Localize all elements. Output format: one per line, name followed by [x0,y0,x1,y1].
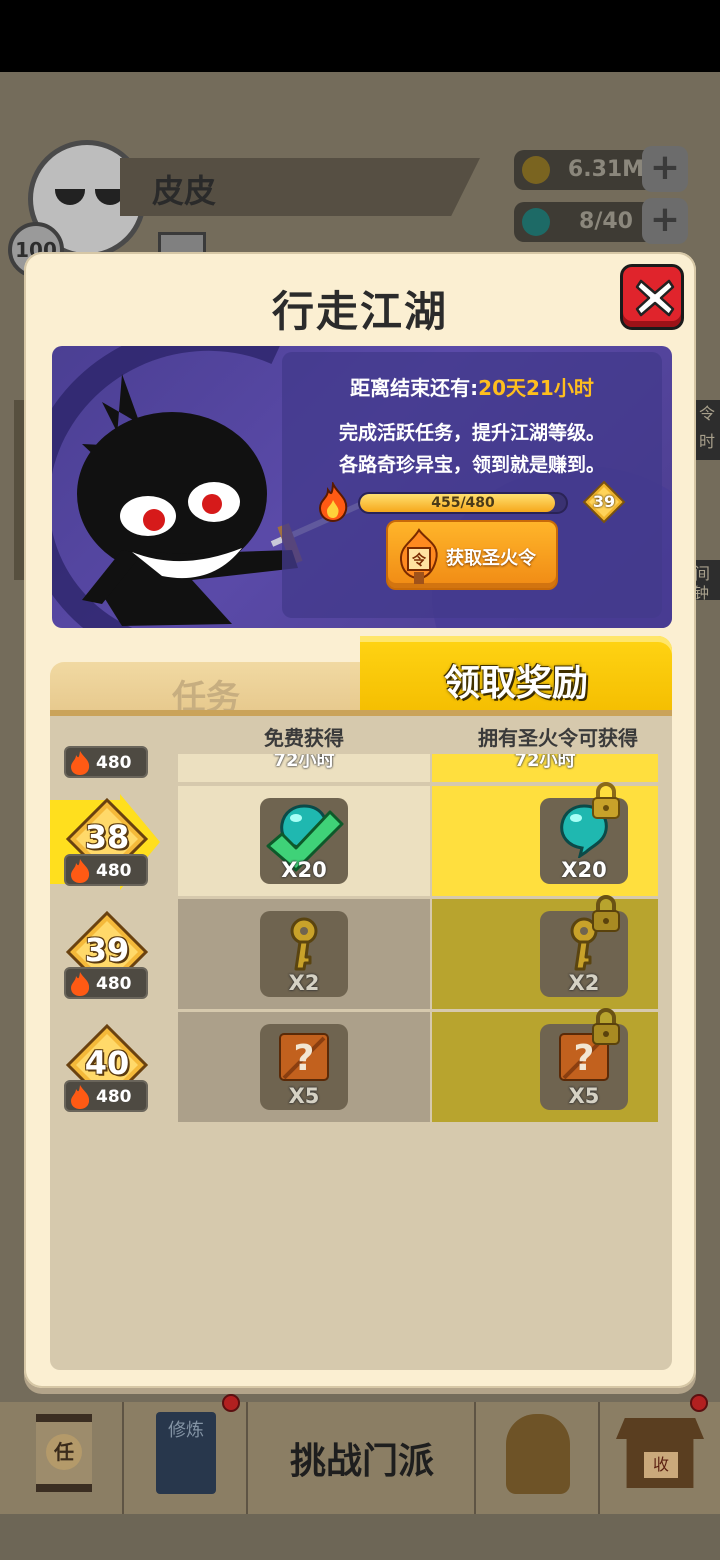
reward-count: X2 [288,971,320,995]
reward-item: X2 [260,911,348,997]
description-line: 各路奇珍异宝，领到就是赚到。 [338,454,605,476]
premium-reward-cell[interactable]: X20 [432,782,658,896]
requirement-value: 480 [96,974,132,994]
scroll-icon: 任 [36,1414,92,1492]
nav-cultivate-button[interactable]: 修炼 [124,1394,248,1514]
countdown-value: 20天21小时 [478,376,594,400]
free-reward-cell[interactable]: X20 [178,786,430,896]
lock-icon [592,895,620,932]
notification-dot [690,1394,708,1412]
nav-armor-button[interactable] [476,1402,600,1514]
side-tag: 令时 [694,400,720,460]
coin-resource: 6.31M + [514,146,688,192]
get-token-label: 获取圣火令 [446,548,536,569]
get-token-button[interactable]: 令 获取圣火令 [386,520,558,590]
reward-item: X20 [260,798,348,884]
fire-icon [71,751,90,775]
close-button[interactable] [620,264,684,330]
lock-icon [592,1008,620,1045]
reward-item: ? X5 [260,1024,348,1110]
nav-bottom-strip [0,1514,720,1560]
battle-pass-dialog: 行走江湖 距离结束还有:20天21小时 完成活跃任务，提升江湖等级。 各路奇珍异… [24,252,696,1388]
premium-reward-label: 72小时 [514,754,576,771]
tab-rewards-label: 领取奖励 [443,663,588,704]
fire-icon [71,972,90,996]
level-progress-bar: 455/480 [358,492,568,514]
premium-reward-cell[interactable]: ? X5 [432,1008,658,1122]
tab-task[interactable]: 任务 [50,662,362,718]
requirement-tag: 480 [64,1080,148,1112]
requirement-tag: 480 [64,967,148,999]
requirement-value: 480 [96,753,132,773]
event-info-panel: 距离结束还有:20天21小时 完成活跃任务，提升江湖等级。 各路奇珍异宝，领到就… [282,352,662,618]
fire-icon [318,482,348,522]
level-number: 40 [84,1044,130,1082]
pavilion-icon: 收 [616,1418,704,1488]
reward-count: X20 [561,858,607,882]
dialog-title: 行走江湖 [271,287,448,336]
description-line: 完成活跃任务，提升江湖等级。 [338,422,605,444]
reward-count: X20 [281,858,327,882]
level-number: 38 [84,818,130,856]
requirement-tag: 480 [64,854,148,886]
gem-resource: 8/40 + [514,198,688,244]
next-level-badge: 39 [582,480,626,524]
premium-reward-cell[interactable]: 72小时 [432,754,658,782]
countdown-label: 距离结束还有: [350,376,479,400]
side-tag: 钟 [694,584,710,602]
premium-reward-cell[interactable]: X2 [432,895,658,1009]
svg-text:令: 令 [411,552,427,569]
svg-text:?: ? [294,1038,315,1079]
countdown: 距离结束还有:20天21小时 [282,372,662,401]
event-banner: 距离结束还有:20天21小时 完成活跃任务，提升江湖等级。 各路奇珍异宝，领到就… [52,346,672,628]
key-icon [290,917,318,971]
gem-value: 8/40 [579,209,633,234]
reward-count: X5 [568,1084,600,1108]
reward-row: X20 X20 38 480 [50,782,672,898]
tab-rewards[interactable]: 领取奖励 [360,636,672,716]
add-coins-button[interactable]: + [642,146,688,192]
free-reward-cell[interactable]: 72小时 [178,754,430,782]
add-gems-button[interactable]: + [642,198,688,244]
premium-column-header: 拥有圣火令可获得 [478,726,638,750]
level-number: 39 [84,931,130,969]
nav-challenge-label: 挑战门派 [289,1441,434,1482]
nav-collect-button[interactable]: 收 [600,1394,720,1514]
fire-icon [71,859,90,883]
reward-count: X5 [288,1084,320,1108]
free-column-header: 免费获得 [264,726,344,750]
reward-row: 72小时 72小时 480 [50,746,672,784]
reward-row: X2 X2 39 480 [50,895,672,1011]
notification-dot [222,1394,240,1412]
status-bar [0,0,720,72]
reward-row: ? X5 ? X5 40 480 [50,1008,672,1124]
mystery-box-icon: ? [279,1033,329,1081]
progress-text: 455/480 [431,495,495,511]
side-decoration [14,400,24,580]
requirement-value: 480 [96,1087,132,1107]
free-reward-cell[interactable]: X2 [178,899,430,1009]
requirement-tag: 480 [64,746,148,778]
free-reward-label: 72小时 [273,754,335,771]
reward-list[interactable]: 免费获得 拥有圣火令可获得 72小时 72小时 480 X20 X20 38 4… [50,716,672,1370]
bottom-nav: 任 修炼 挑战门派 收 [0,1394,720,1514]
close-icon [635,279,675,317]
next-level-value: 39 [592,492,616,511]
reward-count: X2 [568,971,600,995]
lock-icon [592,782,620,819]
gem-icon [522,208,550,236]
token-icon: 令 [399,528,438,584]
nav-challenge-button[interactable]: 挑战门派 [248,1402,476,1514]
book-icon: 修炼 [156,1412,216,1494]
fire-icon [71,1085,90,1109]
player-name: 皮皮 [152,172,217,210]
coin-value: 6.31M [567,157,645,182]
coin-icon [522,156,550,184]
nav-task-button[interactable]: 任 [0,1402,124,1514]
helmet-icon [506,1414,570,1494]
requirement-value: 480 [96,861,132,881]
free-reward-cell[interactable]: ? X5 [178,1012,430,1122]
